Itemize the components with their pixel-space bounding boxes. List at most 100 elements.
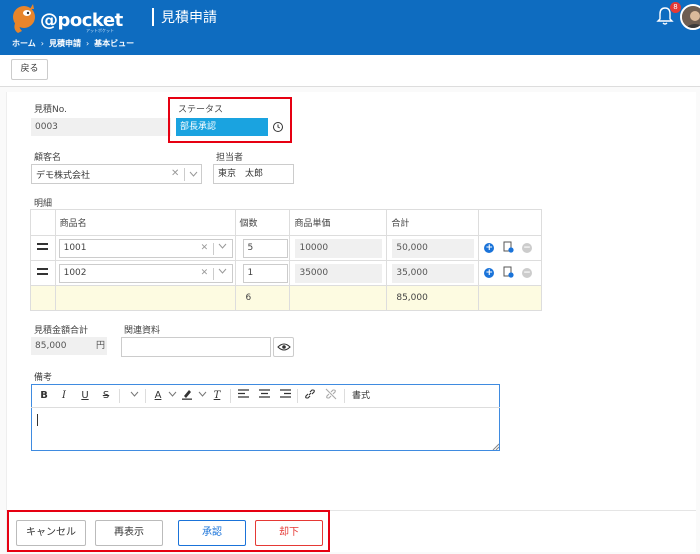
unit-price-value: 35000 [295,263,383,283]
align-center-icon[interactable] [257,388,271,404]
align-left-icon[interactable] [236,388,250,404]
bold-button[interactable]: B [37,388,51,404]
table-row: 1002 ✕ 1 35000 35,000 + − [30,260,542,286]
unlink-icon[interactable] [324,388,338,404]
strikethrough-button[interactable]: S [99,388,113,404]
total-row-blank [54,285,236,311]
quote-no-value: 0003 [31,118,171,136]
total-row: 6 85,000 [30,285,542,311]
owner-field[interactable]: 東京 太郎 [213,164,294,184]
total-row-blank [30,285,56,311]
reject-button[interactable]: 却下 [255,520,323,546]
clear-icon[interactable]: ✕ [171,168,179,179]
customer-value: デモ株式会社 [36,171,91,181]
remove-row-icon[interactable]: − [521,268,532,278]
total-row-blank [478,285,542,311]
breadcrumb: ホーム › 見積申請 › 基本ビュー [12,38,134,49]
copy-row-icon[interactable] [503,241,514,256]
underline-button[interactable]: U [78,388,92,404]
page-title: 見積申請 [161,10,217,26]
row-drag-handle-icon[interactable] [30,235,56,261]
quote-total-field: 85,000 円 [31,337,107,355]
text-cursor [37,414,38,426]
chevron-right-icon: › [85,39,90,48]
chevron-down-icon[interactable] [165,388,179,404]
clear-format-button[interactable]: T [210,388,224,404]
details-label: 明細 [34,199,53,209]
back-button[interactable]: 戻る [11,59,48,80]
select-divider [212,267,214,280]
notification-badge: 8 [670,2,681,13]
column-header-total: 合計 [386,209,480,236]
align-right-icon[interactable] [278,388,292,404]
link-icon[interactable] [303,388,317,404]
quote-total-unit: 円 [96,341,106,351]
column-header-product: 商品名 [54,209,236,236]
related-docs-input[interactable] [121,337,271,357]
owner-label: 担当者 [216,153,244,163]
breadcrumb-home[interactable]: ホーム [12,39,36,48]
table-row: 1001 ✕ 5 10000 50,000 + − [30,235,542,261]
add-row-icon[interactable]: + [484,268,495,278]
quote-total-label: 見積金額合計 [34,326,89,336]
toolbar-divider [297,389,298,403]
approve-button[interactable]: 承認 [178,520,246,546]
customer-select[interactable]: デモ株式会社 ✕ [31,164,202,184]
total-amount-value: 85,000 [386,285,480,311]
select-divider [184,168,185,181]
font-size-dropdown[interactable] [127,388,141,404]
refresh-button[interactable]: 再表示 [95,520,163,546]
product-select[interactable]: 1001 ✕ [58,238,233,258]
handle-column-header [30,209,56,236]
avatar-image [682,6,700,28]
row-total-value: 50,000 [392,238,475,258]
quote-no-label: 見積No. [34,105,67,115]
product-select[interactable]: 1002 ✕ [58,263,233,283]
quote-total-value: 85,000 [35,341,67,351]
action-toolbar [0,55,700,87]
form-panel [6,92,696,552]
cancel-button[interactable]: キャンセル [16,520,86,546]
user-avatar[interactable] [680,4,700,30]
status-value: 部長承認 [176,118,268,136]
toolbar-divider [230,389,231,403]
remarks-label: 備考 [34,373,53,383]
product-value: 1001 [63,242,87,253]
clear-icon[interactable]: ✕ [201,240,209,257]
total-row-blank [289,285,388,311]
status-label: ステータス [178,105,224,115]
chevron-right-icon: › [40,39,44,48]
title-divider [152,8,154,26]
chevron-down-icon[interactable] [195,388,209,404]
resize-handle-icon[interactable] [492,443,500,453]
breadcrumb-quote[interactable]: 見積申請 [49,39,81,48]
column-header-qty: 個数 [234,209,291,236]
italic-button[interactable]: I [57,388,71,404]
product-value: 1002 [63,267,87,278]
chevron-down-icon[interactable] [189,170,198,181]
eye-icon [276,343,291,351]
toolbar-divider [119,389,120,403]
add-row-icon[interactable]: + [484,243,495,253]
chevron-down-icon[interactable] [218,265,227,282]
kangaroo-logo-icon [13,4,35,33]
total-qty-value: 6 [234,285,291,311]
unit-price-value: 10000 [295,238,383,258]
highlight-pen-icon[interactable] [180,388,194,404]
breadcrumb-view: 基本ビュー [94,39,135,48]
row-drag-handle-icon[interactable] [30,260,56,286]
actions-column-header [478,209,542,236]
clear-icon[interactable]: ✕ [201,265,209,282]
copy-row-icon[interactable] [503,266,514,281]
format-style-button[interactable]: 書式 [350,388,372,404]
remove-row-icon[interactable]: − [521,243,532,253]
customer-label: 顧客名 [34,153,62,163]
preview-button[interactable] [273,337,294,357]
text-color-button[interactable]: A [151,388,165,404]
qty-input[interactable]: 1 [242,263,288,283]
chevron-down-icon[interactable] [218,240,227,257]
clock-icon[interactable] [272,121,284,133]
related-docs-label: 関連資料 [124,326,161,336]
qty-input[interactable]: 5 [242,238,288,258]
logo-subtext: アットポケット [86,28,114,33]
